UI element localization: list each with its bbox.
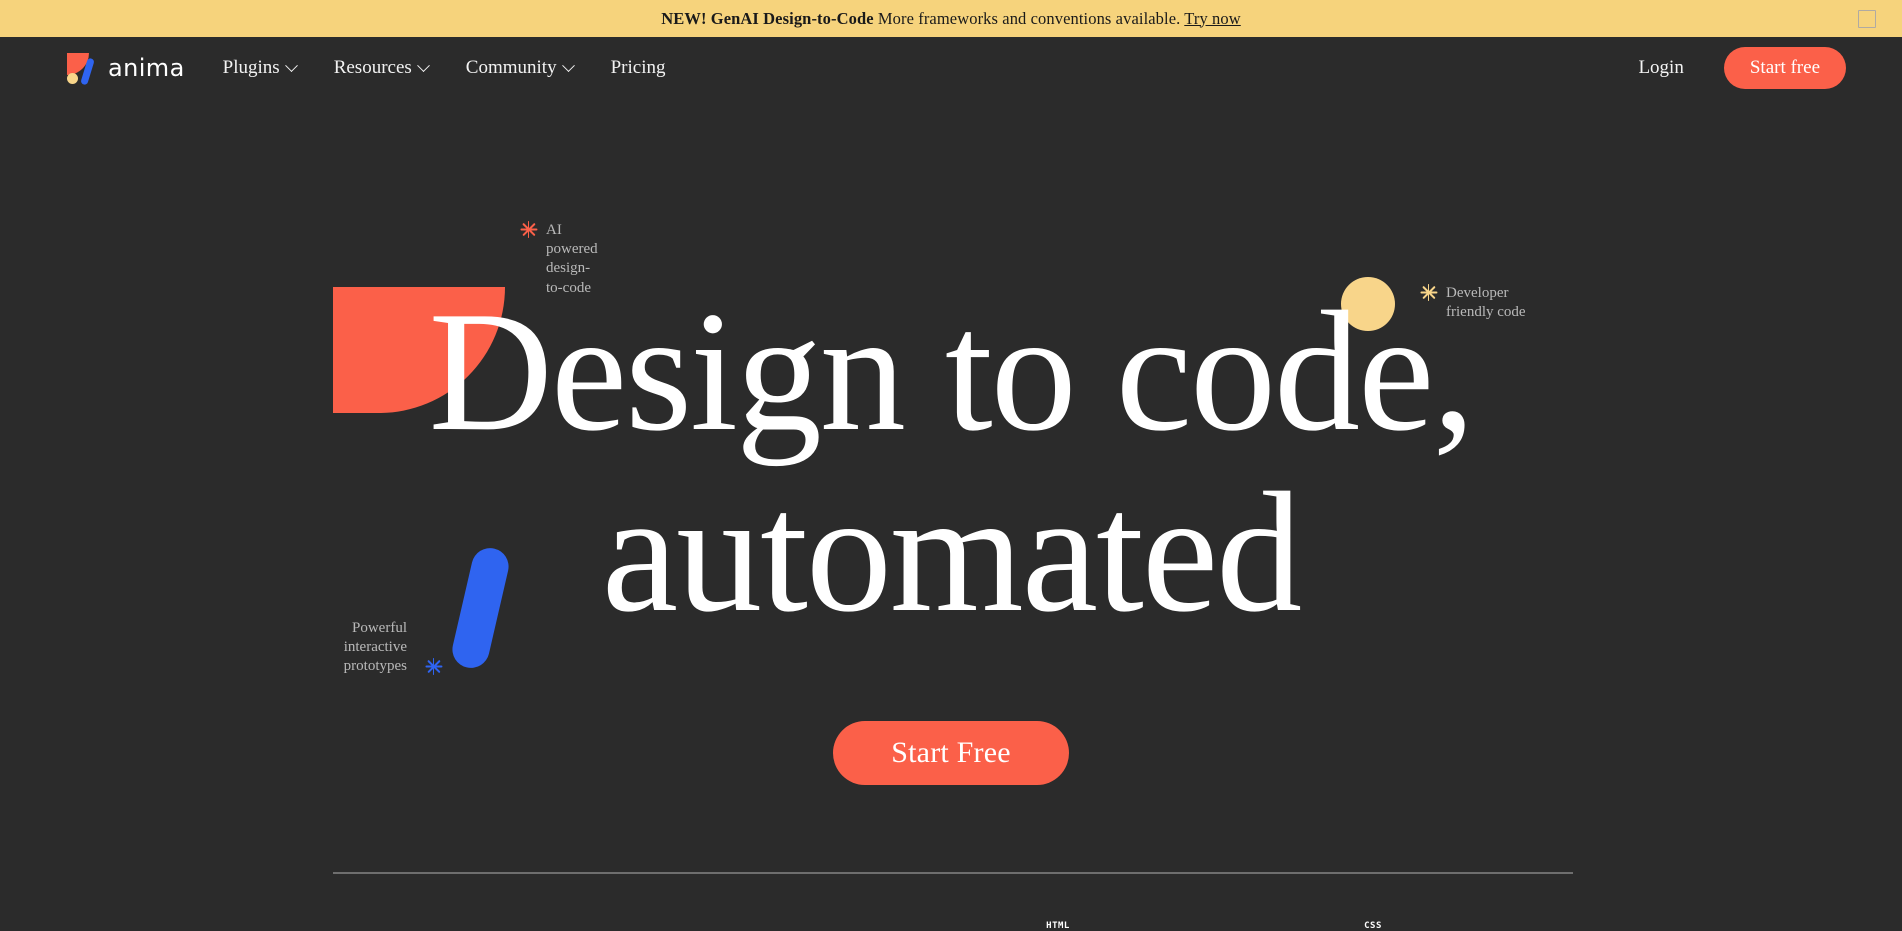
login-link[interactable]: Login bbox=[1638, 57, 1683, 79]
close-icon[interactable] bbox=[1858, 9, 1876, 28]
main-navigation: anima Plugins Resources Community Pricin… bbox=[0, 37, 1902, 99]
asterisk-icon bbox=[425, 657, 443, 675]
css3-caption: CSS bbox=[1364, 921, 1382, 931]
technology-logo-strip: S Xd bbox=[333, 899, 1573, 931]
announcement-text: NEW! GenAI Design-to-Code More framework… bbox=[661, 9, 1241, 29]
nav-item-label: Pricing bbox=[610, 57, 666, 78]
nav-links: Plugins Resources Community Pricing bbox=[221, 53, 668, 83]
nav-item-resources[interactable]: Resources bbox=[332, 53, 430, 83]
start-free-hero-button[interactable]: Start Free bbox=[833, 721, 1069, 785]
chevron-down-icon bbox=[561, 58, 575, 72]
html5-caption: HTML bbox=[1046, 921, 1070, 931]
nav-actions: Login Start free bbox=[1638, 47, 1846, 89]
nav-item-plugins[interactable]: Plugins bbox=[221, 53, 298, 83]
anima-logo-mark-icon bbox=[64, 51, 98, 86]
hero-cta-wrapper: Start Free bbox=[0, 721, 1902, 785]
headline-line-1: Design to code, bbox=[428, 277, 1476, 467]
announcement-body: More frameworks and conventions availabl… bbox=[873, 8, 1185, 28]
announcement-banner: NEW! GenAI Design-to-Code More framework… bbox=[0, 0, 1902, 37]
start-free-nav-button[interactable]: Start free bbox=[1723, 47, 1846, 89]
nav-item-label: Resources bbox=[333, 57, 412, 78]
anima-logo[interactable]: anima bbox=[64, 51, 185, 86]
hero-section: AI powered design-to-code Developer frie… bbox=[0, 99, 1902, 931]
divider-top bbox=[333, 872, 1573, 874]
chevron-down-icon bbox=[284, 58, 298, 72]
nav-item-label: Plugins bbox=[222, 57, 280, 78]
page-title: Design to code, automated bbox=[0, 277, 1902, 648]
nav-item-label: Community bbox=[465, 57, 557, 78]
asterisk-icon bbox=[520, 221, 538, 238]
headline-line-2: automated bbox=[601, 457, 1302, 648]
announcement-highlight: NEW! GenAI Design-to-Code bbox=[661, 8, 874, 28]
chevron-down-icon bbox=[416, 58, 430, 72]
logo-wordmark: anima bbox=[108, 54, 185, 82]
try-now-link[interactable]: Try now bbox=[1184, 9, 1240, 28]
nav-item-pricing[interactable]: Pricing bbox=[609, 53, 668, 83]
logo-dot-shape bbox=[67, 73, 78, 84]
nav-item-community[interactable]: Community bbox=[464, 53, 575, 83]
